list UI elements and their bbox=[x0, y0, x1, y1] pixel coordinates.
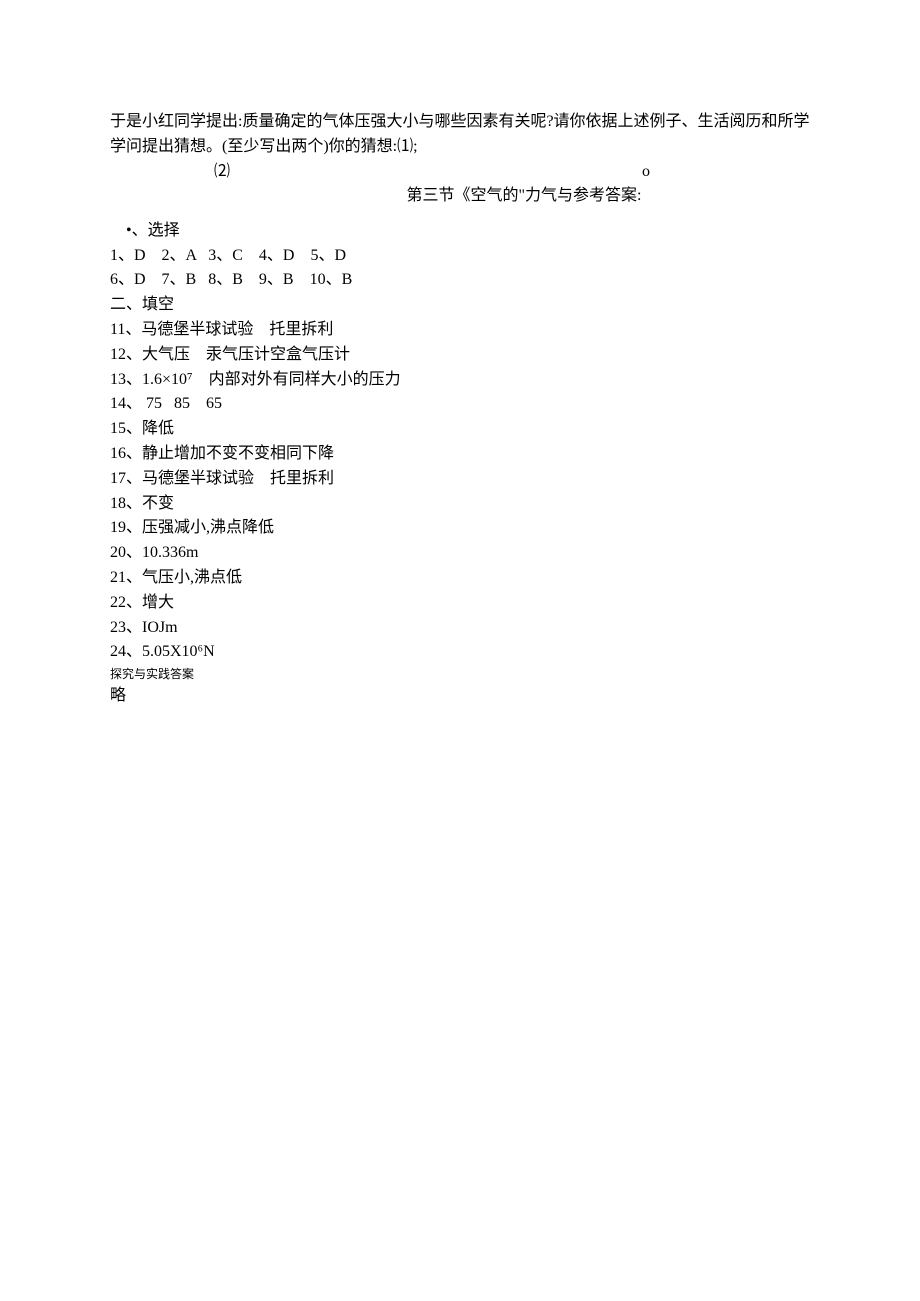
trailing-mark: o bbox=[642, 160, 650, 185]
answer-22: 22、增大 bbox=[110, 591, 810, 616]
intro-line-1: 于是小红同学提出:质量确定的气体压强大小与哪些因素有关呢?请你依据上述例子、生活… bbox=[110, 110, 810, 135]
intro-line-2: 学问提出猜想。(至少写出两个)你的猜想:⑴; bbox=[110, 135, 810, 160]
answer-21: 21、气压小,沸点低 bbox=[110, 566, 810, 591]
answer-11: 11、马德堡半球试验 托里拆利 bbox=[110, 318, 810, 343]
answer-23: 23、IOJm bbox=[110, 616, 810, 641]
answer-16: 16、静止增加不变不变相同下降 bbox=[110, 442, 810, 467]
answer-14: 14、 75 85 65 bbox=[110, 392, 810, 417]
choose-answers-row-1: 1、D 2、A 3、C 4、D 5、D bbox=[110, 244, 810, 269]
choose-answers-row-2: 6、D 7、B 8、B 9、B 10、B bbox=[110, 268, 810, 293]
answer-15: 15、降低 bbox=[110, 417, 810, 442]
answer-12: 12、大气压 汞气压计空盒气压计 bbox=[110, 343, 810, 368]
intro-line-3: ⑵ o bbox=[110, 160, 810, 185]
choose-heading: •、选择 bbox=[110, 219, 810, 244]
answer-19: 19、压强减小,沸点降低 bbox=[110, 516, 810, 541]
answer-24: 24、5.05X10⁶N bbox=[110, 640, 810, 665]
explore-heading: 探究与实践答案 bbox=[110, 665, 810, 684]
guess-2-label: ⑵ bbox=[214, 163, 230, 180]
answer-13: 13、1.6×10⁷ 内部对外有同样大小的压力 bbox=[110, 368, 810, 393]
section-title: 第三节《空气的"力气与参考答案: bbox=[110, 184, 810, 209]
omitted-label: 略 bbox=[110, 684, 810, 709]
answer-20: 20、10.336m bbox=[110, 541, 810, 566]
fill-heading: 二、填空 bbox=[110, 293, 810, 318]
answer-17: 17、马德堡半球试验 托里拆利 bbox=[110, 467, 810, 492]
answer-18: 18、不变 bbox=[110, 492, 810, 517]
